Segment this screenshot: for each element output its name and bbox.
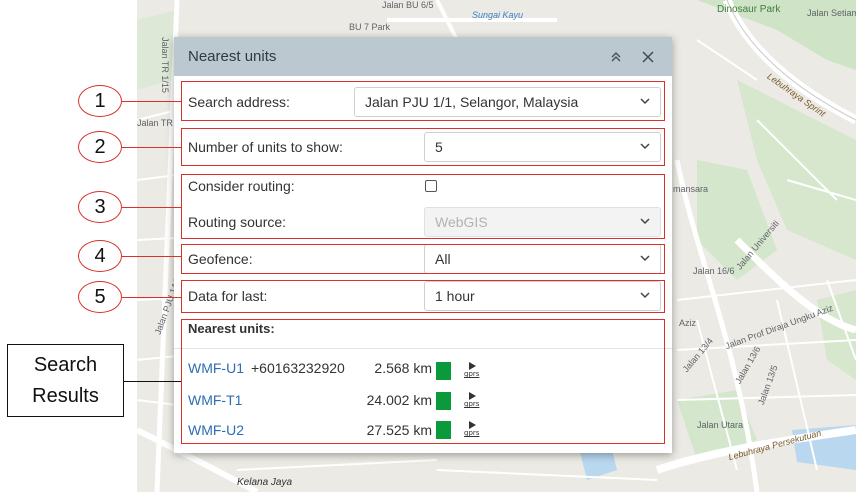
- chevron-down-icon: [640, 292, 650, 299]
- map-label: Jalan 16/6: [693, 266, 735, 276]
- routing-source-label: Routing source:: [188, 214, 287, 230]
- chevron-down-icon: [640, 218, 650, 225]
- annotation-marker-3: 3: [78, 191, 122, 223]
- annotation-marker-5: 5: [78, 281, 122, 313]
- results-divider: [174, 348, 672, 349]
- map-label: Jalan BU 6/5: [382, 0, 434, 10]
- units-to-show-label: Number of units to show:: [188, 139, 343, 155]
- result-phone: +60163232920: [251, 360, 345, 376]
- chevron-down-icon: [640, 143, 650, 150]
- result-distance: 24.002 km: [366, 392, 432, 408]
- map-label: Aziz: [679, 318, 697, 328]
- result-unit-link[interactable]: WMF-U1: [188, 360, 244, 376]
- routing-source-value: WebGIS: [435, 214, 488, 230]
- status-indicator-icon: [436, 421, 451, 439]
- screenshot-stage: Jalan BU 6/5 BU 7 Park Sungai Kayu Dinos…: [0, 0, 856, 498]
- status-indicator-icon: [436, 392, 451, 410]
- dialog-title: Nearest units: [188, 48, 277, 65]
- close-icon[interactable]: [636, 45, 660, 69]
- annotation-connector: [122, 147, 181, 148]
- data-for-last-value: 1 hour: [435, 288, 475, 304]
- result-row: WMF-T1 24.002 km: [188, 392, 432, 414]
- annotation-connector: [122, 207, 181, 208]
- result-distance: 2.568 km: [374, 360, 432, 376]
- search-address-value: Jalan PJU 1/1, Selangor, Malaysia: [365, 94, 579, 110]
- geofence-value: All: [435, 251, 451, 267]
- map-label: Dinosaur Park: [717, 4, 781, 15]
- consider-routing-checkbox[interactable]: [425, 180, 437, 192]
- map-label: Kelana Jaya: [237, 477, 293, 488]
- map-label: Jalan Setiamu: [807, 8, 856, 18]
- chevron-down-icon: [640, 255, 650, 262]
- annotation-connector: [122, 297, 181, 298]
- annotation-connector: [122, 101, 181, 102]
- geofence-label: Geofence:: [188, 251, 253, 267]
- search-address-label: Search address:: [188, 94, 290, 110]
- annotation-connector: [124, 381, 181, 382]
- units-to-show-select[interactable]: 5: [424, 132, 661, 162]
- map-label: Jalan TR 1/15: [159, 37, 170, 93]
- map-label: Jalan Utara: [697, 420, 744, 430]
- gprs-icon[interactable]: gprs: [464, 420, 486, 442]
- search-results-callout-line2: Results: [32, 384, 99, 407]
- map-label: BU 7 Park: [349, 22, 391, 32]
- data-for-last-label: Data for last:: [188, 288, 268, 304]
- map-label: Sungai Kayu: [472, 10, 524, 20]
- chevron-down-icon: [640, 98, 650, 105]
- gprs-icon[interactable]: gprs: [464, 361, 486, 383]
- data-for-last-select[interactable]: 1 hour: [424, 281, 661, 311]
- nearest-units-results-title: Nearest units:: [188, 321, 275, 336]
- result-row: WMF-U2 27.525 km: [188, 422, 432, 444]
- result-unit-link[interactable]: WMF-U2: [188, 422, 244, 438]
- result-unit-link[interactable]: WMF-T1: [188, 392, 242, 408]
- search-results-callout: Search Results: [7, 344, 124, 417]
- search-results-callout-line1: Search: [33, 353, 98, 376]
- annotation-marker-2: 2: [78, 131, 122, 163]
- geofence-select[interactable]: All: [424, 244, 661, 274]
- status-indicator-icon: [436, 362, 451, 380]
- result-distance: 27.525 km: [366, 422, 432, 438]
- search-address-select[interactable]: Jalan PJU 1/1, Selangor, Malaysia: [354, 87, 661, 117]
- nearest-units-dialog: Nearest units Search address: Jalan PJU …: [174, 37, 672, 453]
- double-chevron-up-icon[interactable]: [604, 45, 628, 69]
- gprs-icon[interactable]: gprs: [464, 391, 486, 413]
- result-row: WMF-U1 +60163232920 2.568 km: [188, 360, 432, 382]
- annotation-marker-1: 1: [78, 85, 122, 117]
- annotation-marker-4: 4: [78, 240, 122, 272]
- routing-source-select[interactable]: WebGIS: [424, 207, 661, 237]
- map-label: mansara: [673, 184, 709, 194]
- annotation-connector: [122, 256, 181, 257]
- dialog-header[interactable]: Nearest units: [174, 37, 672, 76]
- consider-routing-label: Consider routing:: [188, 178, 295, 194]
- units-to-show-value: 5: [435, 139, 443, 155]
